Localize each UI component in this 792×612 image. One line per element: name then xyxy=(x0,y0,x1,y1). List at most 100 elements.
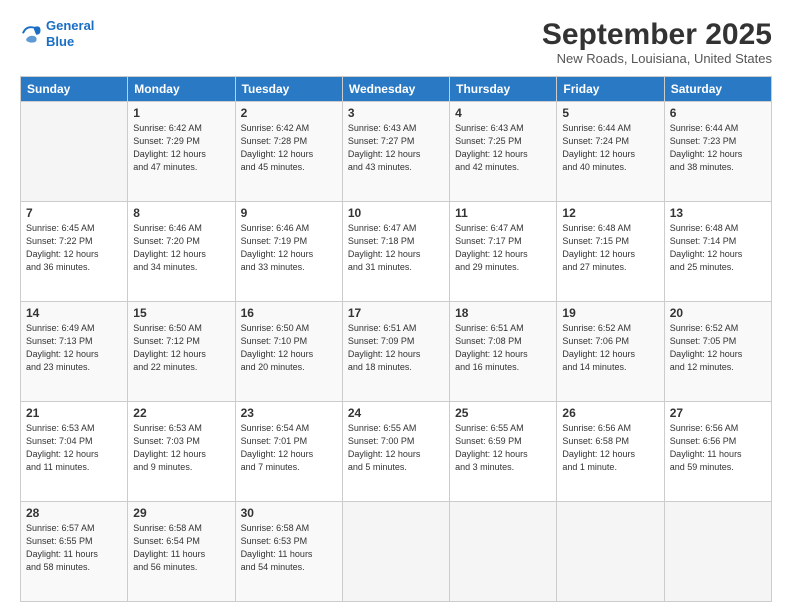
day-info: Sunrise: 6:56 AM Sunset: 6:58 PM Dayligh… xyxy=(562,422,658,474)
calendar-cell xyxy=(557,502,664,602)
day-info: Sunrise: 6:48 AM Sunset: 7:15 PM Dayligh… xyxy=(562,222,658,274)
calendar-cell: 5 Sunrise: 6:44 AM Sunset: 7:24 PM Daylig… xyxy=(557,102,664,202)
day-info: Sunrise: 6:49 AM Sunset: 7:13 PM Dayligh… xyxy=(26,322,122,374)
day-number: 25 xyxy=(455,406,551,420)
calendar-cell: 19 Sunrise: 6:52 AM Sunset: 7:06 PM Dayli… xyxy=(557,302,664,402)
week-row-1: 1 Sunrise: 6:42 AM Sunset: 7:29 PM Daylig… xyxy=(21,102,772,202)
day-number: 18 xyxy=(455,306,551,320)
calendar-cell: 13Sunrise: 6:48 AM Sunset: 7:14 PM Dayli… xyxy=(664,202,771,302)
day-number: 19 xyxy=(562,306,658,320)
day-number: 21 xyxy=(26,406,122,420)
day-info: Sunrise: 6:56 AM Sunset: 6:56 PM Dayligh… xyxy=(670,422,766,474)
day-number: 5 xyxy=(562,106,658,120)
logo-line1: General xyxy=(46,18,94,33)
page: General Blue September 2025 New Roads, L… xyxy=(0,0,792,612)
logo-icon xyxy=(20,23,42,45)
calendar-cell: 12 Sunrise: 6:48 AM Sunset: 7:15 PM Dayli… xyxy=(557,202,664,302)
day-number: 2 xyxy=(241,106,337,120)
day-info: Sunrise: 6:58 AM Sunset: 6:53 PM Dayligh… xyxy=(241,522,337,574)
day-info: Sunrise: 6:52 AM Sunset: 7:06 PM Dayligh… xyxy=(562,322,658,374)
day-info: Sunrise: 6:52 AM Sunset: 7:05 PM Dayligh… xyxy=(670,322,766,374)
day-info: Sunrise: 6:58 AM Sunset: 6:54 PM Dayligh… xyxy=(133,522,229,574)
day-info: Sunrise: 6:45 AM Sunset: 7:22 PM Dayligh… xyxy=(26,222,122,274)
calendar-cell: 25Sunrise: 6:55 AM Sunset: 6:59 PM Dayli… xyxy=(450,402,557,502)
logo-line2: Blue xyxy=(46,34,74,49)
calendar-cell: 3 Sunrise: 6:43 AM Sunset: 7:27 PM Daylig… xyxy=(342,102,449,202)
calendar-cell: 15Sunrise: 6:50 AM Sunset: 7:12 PM Dayli… xyxy=(128,302,235,402)
header-cell-saturday: Saturday xyxy=(664,77,771,102)
calendar-cell xyxy=(450,502,557,602)
calendar-cell xyxy=(342,502,449,602)
calendar-cell: 24 Sunrise: 6:55 AM Sunset: 7:00 PM Dayli… xyxy=(342,402,449,502)
header-row: SundayMondayTuesdayWednesdayThursdayFrid… xyxy=(21,77,772,102)
day-info: Sunrise: 6:42 AM Sunset: 7:28 PM Dayligh… xyxy=(241,122,337,174)
day-info: Sunrise: 6:50 AM Sunset: 7:10 PM Dayligh… xyxy=(241,322,337,374)
calendar-cell: 18 Sunrise: 6:51 AM Sunset: 7:08 PM Dayli… xyxy=(450,302,557,402)
day-number: 28 xyxy=(26,506,122,520)
day-number: 6 xyxy=(670,106,766,120)
day-number: 7 xyxy=(26,206,122,220)
calendar-cell: 9 Sunrise: 6:46 AM Sunset: 7:19 PM Daylig… xyxy=(235,202,342,302)
header-cell-monday: Monday xyxy=(128,77,235,102)
header: General Blue September 2025 New Roads, L… xyxy=(20,18,772,66)
day-info: Sunrise: 6:46 AM Sunset: 7:19 PM Dayligh… xyxy=(241,222,337,274)
day-info: Sunrise: 6:42 AM Sunset: 7:29 PM Dayligh… xyxy=(133,122,229,174)
day-number: 20 xyxy=(670,306,766,320)
day-number: 17 xyxy=(348,306,444,320)
calendar-cell: 30 Sunrise: 6:58 AM Sunset: 6:53 PM Dayli… xyxy=(235,502,342,602)
logo: General Blue xyxy=(20,18,94,49)
calendar-cell: 26 Sunrise: 6:56 AM Sunset: 6:58 PM Dayli… xyxy=(557,402,664,502)
day-number: 9 xyxy=(241,206,337,220)
calendar-cell: 14 Sunrise: 6:49 AM Sunset: 7:13 PM Dayli… xyxy=(21,302,128,402)
day-info: Sunrise: 6:57 AM Sunset: 6:55 PM Dayligh… xyxy=(26,522,122,574)
day-number: 26 xyxy=(562,406,658,420)
day-number: 3 xyxy=(348,106,444,120)
day-number: 23 xyxy=(241,406,337,420)
day-info: Sunrise: 6:51 AM Sunset: 7:09 PM Dayligh… xyxy=(348,322,444,374)
day-number: 10 xyxy=(348,206,444,220)
day-number: 14 xyxy=(26,306,122,320)
day-number: 22 xyxy=(133,406,229,420)
day-info: Sunrise: 6:55 AM Sunset: 7:00 PM Dayligh… xyxy=(348,422,444,474)
calendar-cell: 8 Sunrise: 6:46 AM Sunset: 7:20 PM Daylig… xyxy=(128,202,235,302)
calendar-cell: 6 Sunrise: 6:44 AM Sunset: 7:23 PM Daylig… xyxy=(664,102,771,202)
title-block: September 2025 New Roads, Louisiana, Uni… xyxy=(542,18,772,66)
month-title: September 2025 xyxy=(542,18,772,51)
day-number: 4 xyxy=(455,106,551,120)
calendar-table: SundayMondayTuesdayWednesdayThursdayFrid… xyxy=(20,76,772,602)
header-cell-wednesday: Wednesday xyxy=(342,77,449,102)
calendar-cell: 22Sunrise: 6:53 AM Sunset: 7:03 PM Dayli… xyxy=(128,402,235,502)
week-row-3: 14 Sunrise: 6:49 AM Sunset: 7:13 PM Dayli… xyxy=(21,302,772,402)
day-number: 27 xyxy=(670,406,766,420)
calendar-cell: 21 Sunrise: 6:53 AM Sunset: 7:04 PM Dayli… xyxy=(21,402,128,502)
day-info: Sunrise: 6:54 AM Sunset: 7:01 PM Dayligh… xyxy=(241,422,337,474)
calendar-cell xyxy=(21,102,128,202)
day-number: 12 xyxy=(562,206,658,220)
day-number: 24 xyxy=(348,406,444,420)
day-info: Sunrise: 6:47 AM Sunset: 7:18 PM Dayligh… xyxy=(348,222,444,274)
calendar-cell: 4 Sunrise: 6:43 AM Sunset: 7:25 PM Daylig… xyxy=(450,102,557,202)
day-info: Sunrise: 6:53 AM Sunset: 7:04 PM Dayligh… xyxy=(26,422,122,474)
calendar-cell: 17 Sunrise: 6:51 AM Sunset: 7:09 PM Dayli… xyxy=(342,302,449,402)
day-number: 29 xyxy=(133,506,229,520)
header-cell-friday: Friday xyxy=(557,77,664,102)
calendar-cell: 10 Sunrise: 6:47 AM Sunset: 7:18 PM Dayli… xyxy=(342,202,449,302)
calendar-cell: 29 Sunrise: 6:58 AM Sunset: 6:54 PM Dayli… xyxy=(128,502,235,602)
day-info: Sunrise: 6:44 AM Sunset: 7:23 PM Dayligh… xyxy=(670,122,766,174)
location: New Roads, Louisiana, United States xyxy=(542,51,772,66)
day-info: Sunrise: 6:43 AM Sunset: 7:25 PM Dayligh… xyxy=(455,122,551,174)
day-info: Sunrise: 6:43 AM Sunset: 7:27 PM Dayligh… xyxy=(348,122,444,174)
logo-text: General Blue xyxy=(46,18,94,49)
day-number: 1 xyxy=(133,106,229,120)
day-number: 30 xyxy=(241,506,337,520)
day-info: Sunrise: 6:44 AM Sunset: 7:24 PM Dayligh… xyxy=(562,122,658,174)
week-row-2: 7 Sunrise: 6:45 AM Sunset: 7:22 PM Daylig… xyxy=(21,202,772,302)
calendar-cell xyxy=(664,502,771,602)
calendar-cell: 11Sunrise: 6:47 AM Sunset: 7:17 PM Dayli… xyxy=(450,202,557,302)
day-info: Sunrise: 6:46 AM Sunset: 7:20 PM Dayligh… xyxy=(133,222,229,274)
calendar-cell: 28 Sunrise: 6:57 AM Sunset: 6:55 PM Dayli… xyxy=(21,502,128,602)
day-info: Sunrise: 6:51 AM Sunset: 7:08 PM Dayligh… xyxy=(455,322,551,374)
day-number: 8 xyxy=(133,206,229,220)
calendar-cell: 2 Sunrise: 6:42 AM Sunset: 7:28 PM Daylig… xyxy=(235,102,342,202)
day-number: 13 xyxy=(670,206,766,220)
